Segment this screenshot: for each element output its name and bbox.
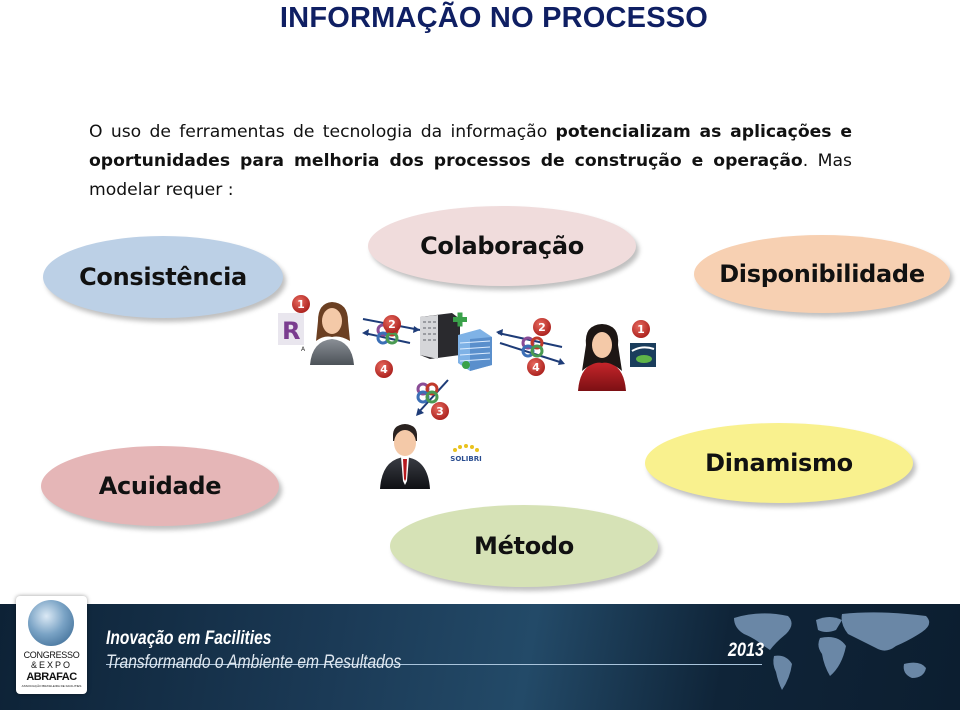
building-icon xyxy=(458,329,492,371)
paragraph-regular: O uso de ferramentas de tecnologia da in… xyxy=(89,122,556,142)
congresso-abrafac-logo: CONGRESSO &EXPO ABRAFAC ASSOCIAÇÃO BRASI… xyxy=(16,596,87,694)
exchange-arrows-icon xyxy=(496,329,565,365)
step-badge-4: 4 xyxy=(375,360,393,378)
logo-line2: &EXPO xyxy=(30,660,72,670)
svg-text:1: 1 xyxy=(637,323,645,336)
solibri-logo: SOLIBRI xyxy=(450,444,482,463)
svg-text:SOLIBRI: SOLIBRI xyxy=(450,455,481,463)
requirement-label: Acuidade xyxy=(98,472,222,500)
requirement-dinamismo: Dinamismo xyxy=(645,423,913,503)
requirement-consistencia: Consistência xyxy=(43,236,283,318)
navisworks-app-icon xyxy=(630,343,656,367)
logo-line3: ABRAFAC xyxy=(26,671,77,683)
svg-text:A: A xyxy=(301,346,306,353)
male-user-icon xyxy=(380,424,430,489)
step-badge-3: 3 xyxy=(431,402,449,420)
svg-text:3: 3 xyxy=(436,405,444,418)
requirement-disponibilidade: Disponibilidade xyxy=(694,235,950,313)
requirement-acuidade: Acuidade xyxy=(41,446,279,526)
step-badge-2: 2 xyxy=(533,318,551,336)
svg-text:4: 4 xyxy=(380,363,388,376)
svg-text:2: 2 xyxy=(538,321,546,334)
requirement-colaboracao: Colaboração xyxy=(368,206,636,286)
requirement-metodo: Método xyxy=(390,505,658,587)
svg-text:R: R xyxy=(282,317,300,345)
requirement-label: Colaboração xyxy=(420,232,584,260)
step-badge-4: 4 xyxy=(527,358,545,376)
svg-text:4: 4 xyxy=(532,361,540,374)
globe-icon xyxy=(28,600,74,646)
female-user-red-icon xyxy=(578,324,626,391)
footer-subtitle: Transformando o Ambiente em Resultados xyxy=(106,652,402,673)
intro-paragraph: O uso de ferramentas de tecnologia da in… xyxy=(89,118,852,205)
footer-year: 2013 xyxy=(728,640,764,661)
svg-text:1: 1 xyxy=(297,298,305,311)
revit-app-icon: R A xyxy=(278,313,306,353)
bim-collaboration-diagram: R A 1 2 4 2 4 1 3 SOLIBRI xyxy=(278,295,656,489)
logo-line1: CONGRESSO xyxy=(23,650,80,660)
slide-title: INFORMAÇÃO NO PROCESSO xyxy=(279,2,709,34)
requirement-label: Disponibilidade xyxy=(719,260,925,288)
step-badge-1: 1 xyxy=(632,320,650,338)
requirement-label: Método xyxy=(474,532,574,560)
requirement-label: Dinamismo xyxy=(705,449,853,477)
logo-line4: ASSOCIAÇÃO BRASILEIRA DE FACILITIES xyxy=(21,684,82,688)
footer-tagline: Inovação em Facilities xyxy=(106,628,272,649)
female-user-icon xyxy=(310,302,354,365)
svg-text:2: 2 xyxy=(388,318,396,331)
step-badge-2: 2 xyxy=(383,315,401,333)
requirement-label: Consistência xyxy=(79,263,247,291)
step-badge-1: 1 xyxy=(292,295,310,313)
